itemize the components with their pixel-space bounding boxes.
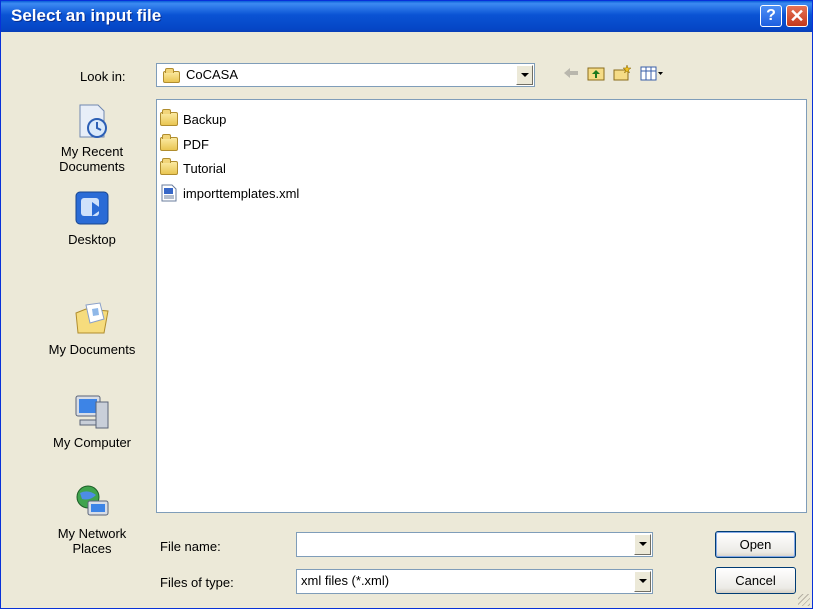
file-name: Tutorial xyxy=(183,161,226,176)
file-name-label: File name: xyxy=(160,539,221,554)
file-name-input[interactable] xyxy=(296,532,653,557)
desktop-icon xyxy=(75,191,109,225)
place-my-recent-documents[interactable]: My Recent Documents xyxy=(37,101,147,174)
new-folder-icon[interactable] xyxy=(612,64,632,82)
place-desktop[interactable]: Desktop xyxy=(37,189,147,247)
file-list[interactable]: Backup PDF Tutorial importtemplates.xml xyxy=(156,99,807,513)
help-button[interactable]: ? xyxy=(760,5,782,27)
back-arrow-icon[interactable] xyxy=(561,64,581,82)
file-name: Backup xyxy=(183,112,227,127)
chevron-down-icon[interactable] xyxy=(634,534,651,555)
folder-icon xyxy=(160,109,178,126)
place-my-computer[interactable]: My Computer xyxy=(37,392,147,450)
file-type-label: Files of type: xyxy=(160,575,234,590)
place-my-documents[interactable]: My Documents xyxy=(37,299,147,357)
resize-grip-icon[interactable] xyxy=(798,594,810,606)
file-name: importtemplates.xml xyxy=(183,186,300,201)
place-label: My Recent Documents xyxy=(59,144,125,174)
file-name: PDF xyxy=(183,137,209,152)
up-folder-icon[interactable] xyxy=(586,64,606,82)
chevron-down-icon[interactable] xyxy=(516,65,533,85)
my-computer-icon xyxy=(75,395,109,429)
folder-icon xyxy=(163,68,180,83)
place-my-network-places[interactable]: My Network Places xyxy=(37,483,147,556)
open-button[interactable]: Open xyxy=(715,531,796,558)
place-label: My Documents xyxy=(48,342,136,357)
folder-icon xyxy=(160,158,178,175)
place-label: My Network Places xyxy=(57,526,127,556)
close-button[interactable]: ✕ xyxy=(786,5,808,27)
my-documents-icon xyxy=(75,302,109,334)
look-in-label: Look in: xyxy=(80,69,126,84)
chevron-down-icon[interactable] xyxy=(634,571,651,592)
network-places-icon xyxy=(76,485,109,516)
cancel-button[interactable]: Cancel xyxy=(715,567,796,594)
look-in-value: CoCASA xyxy=(186,67,239,82)
places-bar: My Recent Documents Desktop My Documents xyxy=(37,99,147,589)
file-type-value: xml files (*.xml) xyxy=(301,573,390,588)
place-label: My Computer xyxy=(52,435,132,450)
title-bar[interactable]: Select an input file ? ✕ xyxy=(1,1,812,32)
views-menu-icon[interactable] xyxy=(639,64,665,82)
dialog-title: Select an input file xyxy=(11,6,162,25)
xml-file-icon xyxy=(161,184,177,202)
file-type-dropdown[interactable]: xml files (*.xml) xyxy=(296,569,653,594)
folder-icon xyxy=(160,134,178,151)
look-in-dropdown[interactable]: CoCASA xyxy=(156,63,535,87)
file-dialog-window: Select an input file ? ✕ Look in: CoCASA xyxy=(0,0,813,609)
recent-documents-icon xyxy=(79,104,107,138)
place-label: Desktop xyxy=(68,232,116,247)
